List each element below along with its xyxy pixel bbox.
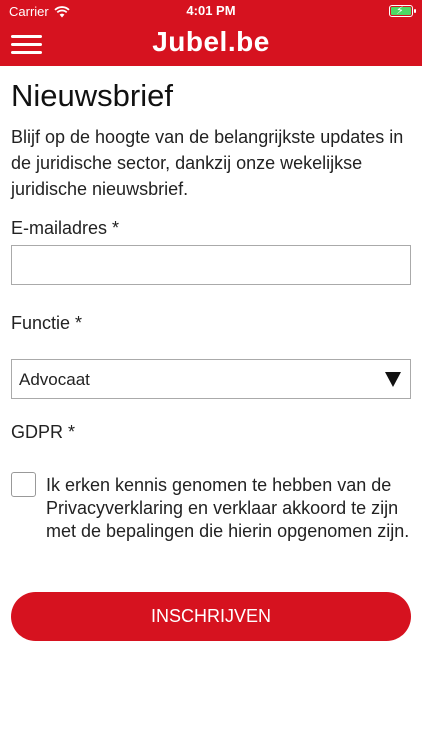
- email-field[interactable]: [11, 245, 411, 285]
- gdpr-consent-text: Ik erken kennis genomen te hebben van de…: [46, 475, 410, 541]
- page-title: Nieuwsbrief: [11, 78, 173, 113]
- dropdown-arrow-icon: [385, 372, 401, 387]
- functie-label: Functie *: [11, 313, 83, 333]
- clock: 4:01 PM: [186, 3, 236, 18]
- nav-bar: Jubel.be: [0, 22, 422, 66]
- charging-bolt-icon: ⚡: [396, 5, 404, 17]
- brand-title: Jubel.be: [152, 26, 270, 57]
- battery-charging-icon: ⚡: [389, 5, 416, 17]
- functie-select[interactable]: Advocaat: [11, 359, 411, 399]
- status-bar: Carrier 4:01 PM ⚡: [0, 0, 422, 22]
- gdpr-checkbox[interactable]: [11, 472, 36, 497]
- functie-selected-value: Advocaat: [19, 370, 90, 389]
- subscribe-button[interactable]: INSCHRIJVEN: [11, 592, 411, 641]
- gdpr-label: GDPR *: [11, 422, 76, 442]
- app-header: Carrier 4:01 PM ⚡ Jubel.be: [0, 0, 422, 66]
- intro-text: Blijf op de hoogte van de belangrijkste …: [11, 127, 404, 199]
- email-label: E-mailadres *: [11, 218, 120, 238]
